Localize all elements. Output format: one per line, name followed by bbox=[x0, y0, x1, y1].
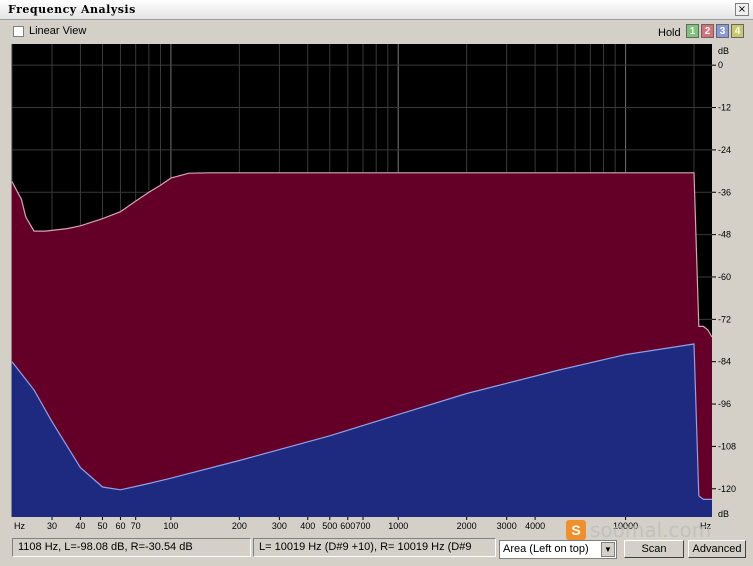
y-tick-label: -24 bbox=[718, 145, 731, 155]
peak-readout: L= 10019 Hz (D#9 +10), R= 10019 Hz (D#9 bbox=[253, 538, 496, 557]
hold-button-4[interactable]: 4 bbox=[731, 24, 744, 38]
advanced-button[interactable]: Advanced bbox=[688, 540, 746, 558]
window-title: Frequency Analysis bbox=[8, 3, 136, 16]
view-mode-select[interactable]: Area (Left on top) ▼ bbox=[499, 540, 617, 559]
y-tick-label: -108 bbox=[718, 441, 736, 451]
y-tick-label: -12 bbox=[718, 103, 731, 113]
y-tick-label: -48 bbox=[718, 230, 731, 240]
x-tick-label: 30 bbox=[47, 521, 57, 531]
hold-button-1[interactable]: 1 bbox=[686, 24, 699, 38]
y-tick-label: -36 bbox=[718, 187, 731, 197]
watermark-text: soomal.com bbox=[590, 518, 712, 542]
y-tick-label: -96 bbox=[718, 399, 731, 409]
title-bar: Frequency Analysis × bbox=[0, 0, 753, 20]
x-tick-label: 300 bbox=[272, 521, 287, 531]
y-unit-label: dB bbox=[718, 46, 729, 56]
x-tick-label: 1000 bbox=[388, 521, 408, 531]
hold-button-3[interactable]: 3 bbox=[716, 24, 729, 38]
scan-button[interactable]: Scan bbox=[624, 540, 684, 558]
frequency-spectrum-chart[interactable]: dB dB 0 -12 -24 -36 -48 -60 -72 -84 -96 -108 -120 Hz… bbox=[0, 44, 753, 534]
linear-view-checkbox[interactable] bbox=[13, 26, 24, 37]
x-tick-label: 700 bbox=[356, 521, 371, 531]
frequency-plot-panel[interactable]: dB dB 0 -12 -24 -36 -48 -60 -72 -84 -96 -108 -120 Hz… bbox=[0, 44, 753, 534]
chevron-down-icon[interactable]: ▼ bbox=[601, 542, 615, 557]
view-mode-value: Area (Left on top) bbox=[503, 543, 589, 555]
y-tick-label: -120 bbox=[718, 484, 736, 494]
x-tick-label: 50 bbox=[97, 521, 107, 531]
x-tick-label: 100 bbox=[163, 521, 178, 531]
x-tick-label: 400 bbox=[300, 521, 315, 531]
cursor-readout: 1108 Hz, L=-98.08 dB, R=-30.54 dB bbox=[12, 538, 251, 557]
y-unit-label-bottom: dB bbox=[718, 509, 729, 519]
y-tick-label: -72 bbox=[718, 314, 731, 324]
x-unit-label: Hz bbox=[14, 521, 25, 531]
x-tick-label: 40 bbox=[75, 521, 85, 531]
x-tick-label: 60 bbox=[115, 521, 125, 531]
y-tick-label: -84 bbox=[718, 357, 731, 367]
x-tick-label: 2000 bbox=[457, 521, 477, 531]
soomal-logo-icon: S bbox=[566, 520, 586, 540]
toolbar bbox=[0, 20, 753, 44]
hold-label: Hold bbox=[658, 27, 681, 39]
y-tick-label: 0 bbox=[718, 60, 723, 70]
x-tick-label: 3000 bbox=[497, 521, 517, 531]
x-tick-label: 4000 bbox=[525, 521, 545, 531]
x-tick-label: 70 bbox=[131, 521, 141, 531]
y-tick-label: -60 bbox=[718, 272, 731, 282]
x-tick-label: 600 bbox=[340, 521, 355, 531]
x-tick-label: 200 bbox=[232, 521, 247, 531]
close-button[interactable]: × bbox=[735, 3, 749, 16]
linear-view-label[interactable]: Linear View bbox=[29, 25, 86, 37]
hold-button-2[interactable]: 2 bbox=[701, 24, 714, 38]
x-tick-label: 500 bbox=[322, 521, 337, 531]
